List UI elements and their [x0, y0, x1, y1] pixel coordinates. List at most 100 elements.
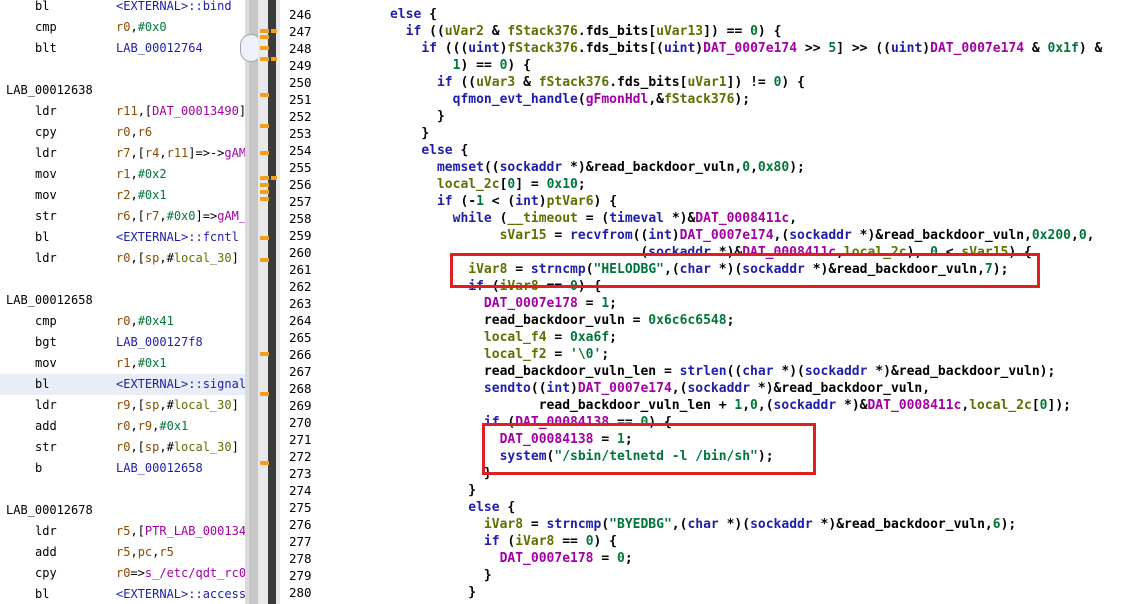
code-line[interactable]: if ((uVar2 & fStack376.fds_bits[uVar13])… — [390, 24, 782, 41]
code-token: ) — [577, 160, 586, 175]
listing-row[interactable]: str r6,[r7,#0x0]=>gAM_c — [0, 206, 245, 227]
code-token: uVar1 — [687, 75, 727, 90]
listing-row[interactable]: mov r1,#0x2 — [0, 164, 245, 185]
assembly-listing-panel[interactable]: bl <EXTERNAL>::bind cmp r0,#0x0 blt LAB_00012… — [0, 0, 245, 604]
code-token: else — [390, 7, 422, 22]
listing-row[interactable]: ldr r0,[sp,#local_30] — [0, 248, 245, 269]
code-line[interactable]: iVar8 = strncmp("BYEDBG",(char *)(sockad… — [390, 517, 1016, 534]
code-line[interactable]: else { — [390, 143, 468, 160]
listing-row[interactable]: mov r2,#0x1 — [0, 185, 245, 206]
listing-label-row[interactable]: LAB_00012638 — [0, 80, 245, 101]
operand-token: ] — [231, 398, 239, 412]
code-token: 0x200 — [1031, 228, 1071, 243]
listing-row[interactable]: ldr r7,[r4,r11]=>->gAM_ — [0, 143, 245, 164]
code-line[interactable]: } — [390, 568, 492, 585]
code-line[interactable]: } — [390, 126, 429, 143]
highlight-box — [450, 253, 1040, 288]
operand-token: ,[ — [130, 440, 145, 454]
operand-token: r1 — [116, 356, 131, 370]
code-line[interactable]: if ((uVar3 & fStack376.fds_bits[uVar1]) … — [390, 75, 805, 92]
code-token: ! — [750, 75, 758, 90]
listing-row[interactable] — [0, 59, 245, 80]
listing-row[interactable]: bl <EXTERNAL>::fcntl — [0, 227, 245, 248]
code-line[interactable]: if (((uint)fStack376.fds_bits[(uint)DAT_… — [390, 41, 1102, 58]
listing-row[interactable]: b LAB_00012658 — [0, 458, 245, 479]
listing-label: LAB_00012678 — [6, 503, 93, 517]
code-line[interactable]: while (__timeout = (timeval *)&DAT_00084… — [390, 211, 797, 228]
code-line[interactable]: else { — [390, 7, 437, 24]
code-line[interactable]: } — [390, 483, 476, 500]
listing-row[interactable]: cpy r0,r6 — [0, 122, 245, 143]
code-line[interactable]: } — [390, 466, 492, 483]
listing-row[interactable]: cmp r0,#0x41 — [0, 311, 245, 332]
operand-token: gAM_ — [224, 146, 245, 160]
code-line[interactable]: if (-1 < (int)ptVar6) { — [390, 194, 617, 211]
listing-row[interactable]: cpy r0=>s_/etc/qdt_rc0 — [0, 563, 245, 584]
code-token: [ — [1031, 398, 1040, 413]
code-line[interactable]: sendto((int)DAT_0007e174,(sockaddr *)&re… — [390, 381, 930, 398]
listing-operand: r0,r6 — [116, 125, 152, 139]
panel-divider-grip[interactable] — [249, 0, 258, 604]
line-number: 262 — [289, 279, 312, 294]
code-line[interactable]: read_backdoor_vuln = 0x6c6c6548; — [390, 313, 734, 330]
code-token: if — [436, 75, 453, 90]
code-line[interactable]: local_2c[0] = 0x10; — [390, 177, 586, 194]
listing-mnemonic: cpy — [35, 125, 57, 139]
code-line[interactable]: sVar15 = recvfrom((int)DAT_0007e174,(soc… — [390, 228, 1095, 245]
line-number: 266 — [289, 347, 312, 362]
code-token: ; — [797, 160, 805, 175]
operand-token: local_30 — [173, 440, 232, 454]
listing-row[interactable]: add r0,r9,#0x1 — [0, 416, 245, 437]
code-line[interactable]: local_f2 = '\0'; — [390, 347, 609, 364]
operand-token: ,[ — [130, 398, 145, 412]
listing-row[interactable]: bl <EXTERNAL>::signal — [0, 374, 245, 395]
decompiler-code-view[interactable]: else { if ((uVar2 & fStack376.fds_bits[u… — [322, 0, 1129, 604]
code-line[interactable]: memset((sockaddr *)&read_backdoor_vuln,0… — [390, 160, 805, 177]
listing-row[interactable]: ldr r9,[sp,#local_30] — [0, 395, 245, 416]
code-token: } — [468, 483, 477, 498]
listing-row[interactable]: mov r1,#0x1 — [0, 353, 245, 374]
listing-row[interactable]: bgt LAB_000127f8 — [0, 332, 245, 353]
line-number: 260 — [289, 245, 312, 260]
listing-label-row[interactable]: LAB_00012678 — [0, 500, 245, 521]
listing-row[interactable]: bl <EXTERNAL>::bind — [0, 0, 245, 17]
operand-token: r7 — [116, 146, 131, 160]
code-line[interactable]: else { — [390, 500, 515, 517]
listing-row[interactable]: str r0,[sp,#local_30] — [0, 437, 245, 458]
code-line[interactable]: 1) == 0) { — [390, 58, 531, 75]
code-line[interactable]: local_f4 = 0xa6f; — [390, 330, 617, 347]
listing-row[interactable]: cmp r0,#0x0 — [0, 17, 245, 38]
code-line[interactable]: if (iVar8 == 0) { — [390, 534, 617, 551]
listing-row[interactable] — [0, 269, 245, 290]
code-token: uVar13 — [656, 24, 704, 39]
listing-row[interactable]: ldr r5,[PTR_LAB_0001349 — [0, 521, 245, 542]
code-line[interactable]: DAT_0007e178 = 1; — [390, 296, 617, 313]
listing-row[interactable] — [0, 479, 245, 500]
code-line[interactable]: read_backdoor_vuln_len = strlen((char *)… — [390, 364, 1055, 381]
code-line[interactable]: qfmon_evt_handle(gFmonHdl,&fStack376); — [390, 92, 750, 109]
code-line[interactable]: read_backdoor_vuln_len + 1,0,(sockaddr *… — [390, 398, 1071, 415]
code-token: & — [656, 92, 664, 107]
code-line[interactable]: DAT_0007e178 = 0; — [390, 551, 633, 568]
line-number: 278 — [289, 551, 312, 566]
listing-operand: r0,r9,#0x1 — [116, 419, 188, 433]
listing-mnemonic: bl — [35, 230, 50, 244]
code-line[interactable]: } — [390, 585, 476, 602]
listing-row[interactable]: ldr r11,[DAT_00013490] — [0, 101, 245, 122]
code-line[interactable]: } — [390, 109, 445, 126]
listing-row[interactable]: add r5,pc,r5 — [0, 542, 245, 563]
listing-row[interactable]: bl <EXTERNAL>::access — [0, 584, 245, 604]
code-token: local_f2 — [483, 347, 547, 362]
listing-label-row[interactable]: LAB_00012658 — [0, 290, 245, 311]
code-token: ) — [851, 398, 860, 413]
operand-token: r1 — [116, 167, 131, 181]
listing-row[interactable]: blt LAB_00012764 — [0, 38, 245, 59]
line-number: 279 — [289, 568, 312, 583]
